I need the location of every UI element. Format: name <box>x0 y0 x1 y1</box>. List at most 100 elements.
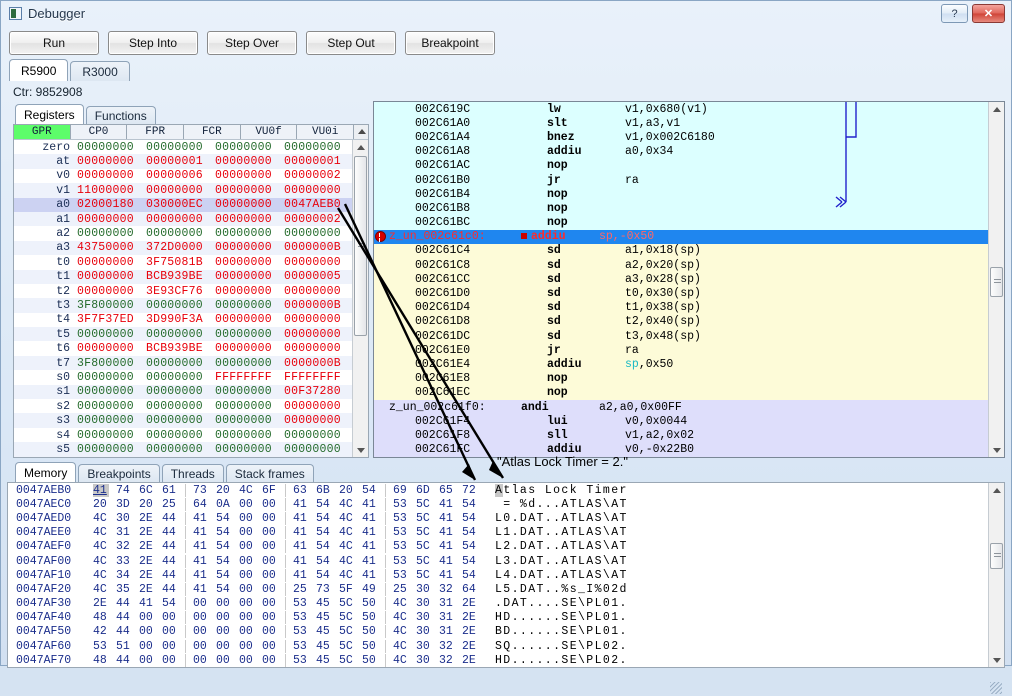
memory-byte[interactable]: 54 <box>216 512 232 525</box>
memory-byte[interactable]: 00 <box>239 540 255 553</box>
memory-byte[interactable]: 00 <box>262 512 278 525</box>
memory-byte[interactable]: 4C <box>393 625 409 638</box>
memory-byte[interactable]: 41 <box>139 597 155 610</box>
memory-byte[interactable]: 53 <box>293 597 309 610</box>
memory-byte[interactable]: 53 <box>393 569 409 582</box>
memory-row[interactable]: 0047AF204C352E444154000025735F4925303264… <box>8 582 988 596</box>
memory-byte[interactable]: 00 <box>262 583 278 596</box>
memory-byte[interactable]: 63 <box>293 484 309 497</box>
memory-byte[interactable]: 00 <box>193 640 209 653</box>
memory-byte[interactable]: 6D <box>416 484 432 497</box>
memory-byte[interactable]: 54 <box>462 512 478 525</box>
memory-byte[interactable]: 41 <box>193 555 209 568</box>
register-row[interactable]: v000000000000000060000000000000002 <box>14 169 352 183</box>
resize-grip[interactable] <box>990 682 1002 694</box>
memory-byte[interactable]: 00 <box>216 654 232 667</box>
memory-byte[interactable]: 53 <box>293 640 309 653</box>
memory-byte[interactable]: 54 <box>362 484 378 497</box>
register-row[interactable]: at00000000000000010000000000000001 <box>14 154 352 168</box>
memory-byte[interactable]: 54 <box>316 498 332 511</box>
disassembly-row[interactable]: 002C61CCsda3,0x28(sp) <box>374 272 988 286</box>
memory-byte[interactable]: 33 <box>116 555 132 568</box>
memory-byte[interactable]: 25 <box>393 583 409 596</box>
close-button[interactable]: ✕ <box>972 4 1005 23</box>
memory-byte[interactable]: 00 <box>262 540 278 553</box>
disassembly-row[interactable]: z_un_002c61f0:andia2,a0,0x00FF <box>374 400 988 414</box>
memory-row[interactable]: 0047AF70484400000000000053455C504C30322E… <box>8 653 988 667</box>
register-row[interactable]: s200000000000000000000000000000000 <box>14 399 352 413</box>
memory-byte[interactable]: 2E <box>139 512 155 525</box>
register-row[interactable]: s400000000000000000000000000000000 <box>14 428 352 442</box>
memory-rows[interactable]: 0047AEB041746C6173204C6F636B2054696D6572… <box>8 483 988 667</box>
memory-byte[interactable]: 4C <box>339 512 355 525</box>
register-scrollbar-thumb[interactable] <box>354 156 367 336</box>
memory-byte[interactable]: 41 <box>362 512 378 525</box>
memory-byte[interactable]: 32 <box>116 540 132 553</box>
memory-byte[interactable]: 69 <box>393 484 409 497</box>
memory-byte[interactable]: 4C <box>93 512 109 525</box>
disassembly-row[interactable]: 002C61ACnop <box>374 159 988 173</box>
memory-byte[interactable]: 41 <box>439 569 455 582</box>
memory-byte[interactable]: 30 <box>416 597 432 610</box>
memory-byte[interactable]: 54 <box>316 512 332 525</box>
disassembly-row[interactable]: 002C61D0sdt0,0x30(sp) <box>374 286 988 300</box>
toolbar-button-breakpoint[interactable]: Breakpoint <box>405 31 495 55</box>
disassembly-row[interactable]: 002C61BCnop <box>374 216 988 230</box>
register-row[interactable]: s300000000000000000000000000000000 <box>14 413 352 427</box>
scroll-up-icon[interactable] <box>989 483 1004 497</box>
memory-byte[interactable]: 51 <box>116 640 132 653</box>
memory-byte[interactable]: 25 <box>162 498 178 511</box>
memory-byte[interactable]: 50 <box>362 597 378 610</box>
memory-byte[interactable]: 2E <box>462 611 478 624</box>
memory-byte[interactable]: 2E <box>93 597 109 610</box>
memory-byte[interactable]: 49 <box>362 583 378 596</box>
memory-byte[interactable]: 32 <box>439 654 455 667</box>
disassembly-row[interactable]: 002C61DCsdt3,0x48(sp) <box>374 329 988 343</box>
memory-byte[interactable]: 41 <box>293 498 309 511</box>
memory-byte[interactable]: 4C <box>393 640 409 653</box>
memory-byte[interactable]: 72 <box>462 484 478 497</box>
memory-byte[interactable]: 00 <box>239 597 255 610</box>
memory-byte[interactable]: 44 <box>162 512 178 525</box>
memory-byte[interactable]: 41 <box>193 583 209 596</box>
memory-byte[interactable]: 41 <box>293 512 309 525</box>
memory-byte[interactable]: 44 <box>162 555 178 568</box>
memory-byte[interactable]: 54 <box>462 569 478 582</box>
toolbar-button-run[interactable]: Run <box>9 31 99 55</box>
memory-byte[interactable]: 50 <box>362 654 378 667</box>
memory-byte[interactable]: 4C <box>339 555 355 568</box>
memory-byte[interactable]: 00 <box>162 611 178 624</box>
memory-row[interactable]: 0047AEC0203D2025640A000041544C41535C4154… <box>8 497 988 511</box>
memory-byte[interactable]: 64 <box>193 498 209 511</box>
memory-byte[interactable]: 00 <box>239 526 255 539</box>
memory-byte[interactable]: 44 <box>162 526 178 539</box>
register-row[interactable]: v111000000000000000000000000000000 <box>14 183 352 197</box>
memory-byte[interactable]: 45 <box>316 625 332 638</box>
memory-byte[interactable]: 44 <box>116 654 132 667</box>
memory-byte[interactable]: 53 <box>393 526 409 539</box>
memory-byte[interactable]: 30 <box>416 611 432 624</box>
memory-byte[interactable]: 5C <box>339 625 355 638</box>
memory-byte[interactable]: 00 <box>262 498 278 511</box>
memory-byte[interactable]: 00 <box>216 640 232 653</box>
memory-byte[interactable]: 31 <box>439 597 455 610</box>
memory-byte[interactable]: 50 <box>362 611 378 624</box>
memory-byte[interactable]: 61 <box>162 484 178 497</box>
memory-byte[interactable]: 4C <box>393 611 409 624</box>
memory-byte[interactable]: 44 <box>116 597 132 610</box>
memory-byte[interactable]: 41 <box>362 555 378 568</box>
disassembly-row[interactable]: 002C61A0sltv1,a3,v1 <box>374 116 988 130</box>
disassembly-row[interactable]: 002C61A8addiua0,0x34 <box>374 145 988 159</box>
memory-byte[interactable]: 64 <box>462 583 478 596</box>
memory-byte[interactable]: 00 <box>216 597 232 610</box>
memory-byte[interactable]: 53 <box>93 640 109 653</box>
memory-byte[interactable]: 00 <box>139 611 155 624</box>
disassembly-scrollbar-thumb[interactable] <box>990 267 1003 297</box>
memory-byte[interactable]: 44 <box>116 625 132 638</box>
memory-byte[interactable]: 50 <box>362 625 378 638</box>
memory-byte[interactable]: 5C <box>339 611 355 624</box>
memory-byte[interactable]: 4C <box>339 498 355 511</box>
memory-byte[interactable]: 3D <box>116 498 132 511</box>
memory-byte[interactable]: 73 <box>193 484 209 497</box>
memory-byte[interactable]: 4C <box>393 597 409 610</box>
